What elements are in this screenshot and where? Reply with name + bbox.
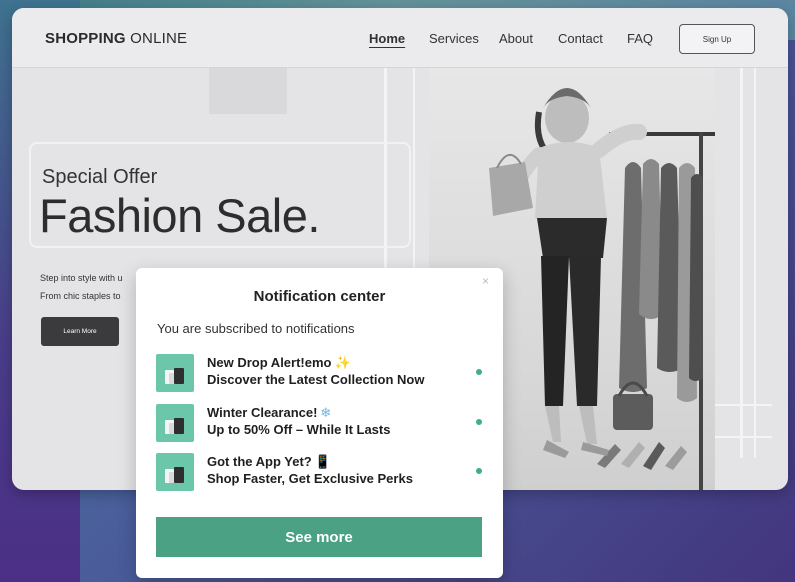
navbar: SHOPPING ONLINE Home Services About Cont… [12,8,788,68]
close-icon[interactable]: × [482,274,489,288]
nav-faq[interactable]: FAQ [627,31,653,46]
hero-kicker: Special Offer [42,166,158,188]
shopping-bags-thumbnail [156,404,194,442]
grid-line [740,68,743,458]
notification-item[interactable]: New Drop Alert!emo ✨ Discover the Latest … [156,352,486,392]
see-more-button[interactable]: See more [156,517,482,557]
unread-dot [476,419,482,425]
snowflake-icon: ❄ [320,405,332,420]
nav-home[interactable]: Home [369,31,405,46]
notification-item[interactable]: Winter Clearance! ❄ Up to 50% Off – While… [156,402,486,442]
decorative-block [209,68,287,114]
notification-heading: New Drop Alert!emo ✨ [207,355,351,370]
shopping-bags-thumbnail [156,453,194,491]
notification-body: Discover the Latest Collection Now [207,372,425,387]
mobile-phone-icon: 📱 [314,454,331,469]
notification-center-panel: × Notification center You are subscribed… [136,268,503,578]
site-logo[interactable]: SHOPPING ONLINE [45,30,187,47]
notification-heading: Winter Clearance! ❄ [207,405,332,420]
hero-title: Fashion Sale. [39,189,320,242]
notification-heading: Got the App Yet? 📱 [207,454,331,469]
hero-text-line-2: From chic staples to [40,291,121,301]
grid-line [754,68,756,458]
shopping-bags-thumbnail [156,354,194,392]
grid-line [712,436,772,438]
notification-title: Notification center [253,288,386,305]
notification-body: Up to 50% Off – While It Lasts [207,422,391,437]
hero-text-line-1: Step into style with u [40,273,123,283]
nav-about[interactable]: About [499,31,533,46]
unread-dot [476,369,482,375]
learn-more-button[interactable]: Learn More [41,317,119,346]
notification-subtitle: You are subscribed to notifications [157,321,355,336]
nav-services[interactable]: Services [429,31,479,46]
sign-up-button[interactable]: Sign Up [679,24,755,54]
nav-contact[interactable]: Contact [558,31,603,46]
notification-body: Shop Faster, Get Exclusive Perks [207,471,413,486]
unread-dot [476,468,482,474]
grid-line [712,404,772,406]
notification-item[interactable]: Got the App Yet? 📱 Shop Faster, Get Exclu… [156,451,486,491]
sparkles-icon: ✨ [334,355,351,370]
